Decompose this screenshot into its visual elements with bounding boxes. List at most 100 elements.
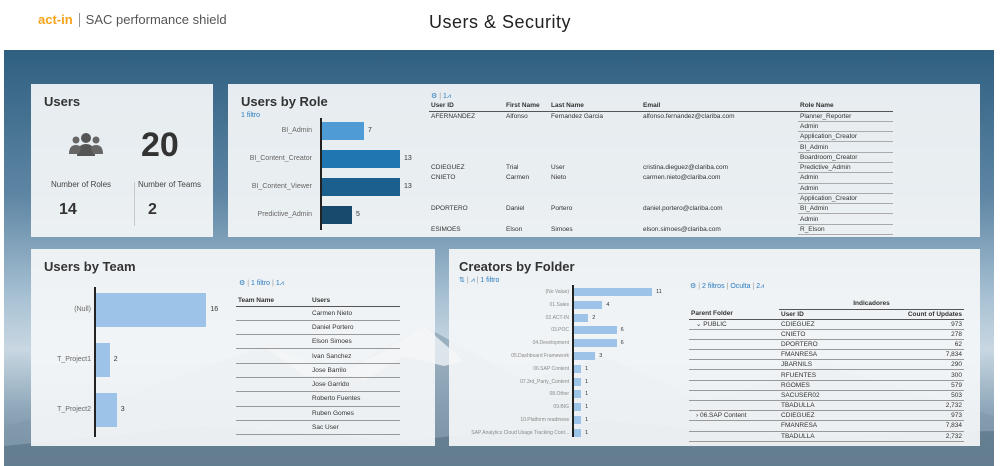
hide-link[interactable]: Oculta <box>730 283 750 290</box>
filter-icon[interactable]: ⩘ <box>760 283 764 290</box>
filter-icon[interactable]: ⩘ <box>447 93 451 100</box>
folder-chart-bar[interactable] <box>574 326 617 335</box>
table-cell: 973 <box>859 410 964 422</box>
filter-icon[interactable]: ⩘ <box>280 280 284 287</box>
role-table-header-cell[interactable]: First Name <box>504 101 549 112</box>
folder-chart-label: 04.Development <box>532 340 569 347</box>
folder-filter-link[interactable]: 1 filtro <box>480 277 499 284</box>
table-row[interactable]: › 06.SAP Content CDIEGUEZ 973 <box>689 410 964 422</box>
table-row[interactable]: FMANRESA 7,834 <box>689 420 964 432</box>
folder-filters-link[interactable]: 2 filtros <box>702 283 725 290</box>
folder-chart-label: (No Value) <box>545 289 569 295</box>
folder-chart-bar[interactable] <box>574 364 582 373</box>
table-cell: Application_Creator <box>798 131 893 143</box>
role-chart-bar[interactable] <box>322 122 364 140</box>
table-row[interactable]: Admin <box>429 183 893 194</box>
team-chart-bar[interactable] <box>96 293 207 327</box>
table-row[interactable]: ⌄ PUBLIC CDIEGUEZ 973 <box>689 319 964 330</box>
table-row[interactable]: Admin <box>429 121 893 133</box>
folder-chart-value: 4 <box>606 301 610 308</box>
folder-chart-bar[interactable] <box>574 300 603 309</box>
table-row[interactable]: RFUENTES 300 <box>689 369 964 381</box>
table-row[interactable]: Jose Garrido <box>236 377 400 393</box>
role-table-header-cell[interactable]: Email <box>641 101 798 112</box>
table-row[interactable]: SACUSER02 503 <box>689 390 964 402</box>
table-row[interactable]: Ivan Sanchez <box>236 348 400 364</box>
folder-chart-value: 1 <box>585 378 589 385</box>
roles-value: 14 <box>59 201 77 218</box>
table-cell: DPORTERO <box>431 205 468 213</box>
table-row[interactable]: CNIETO 278 <box>689 329 964 340</box>
table-row[interactable]: Jose Barrilo <box>236 363 400 378</box>
folder-chart-value: 3 <box>599 353 603 359</box>
folder-chart-bar[interactable] <box>574 352 596 360</box>
table-cell <box>236 391 310 407</box>
role-chart-bar[interactable] <box>322 178 400 196</box>
table-cell <box>549 142 641 152</box>
settings-icon[interactable]: ⚙ <box>690 283 696 290</box>
table-row[interactable]: DPORTERO Daniel Portero daniel.portero@clar… <box>429 203 893 215</box>
table-row[interactable]: AFERNANDEZ Alfonso Fernandez Garcia alfonso… <box>429 111 893 122</box>
table-row[interactable]: DPORTERO 62 <box>689 339 964 351</box>
table-cell[interactable]: › 06.SAP Content <box>689 410 779 422</box>
table-cell <box>641 121 798 131</box>
folder-chart-label: 05.Dashboard Framework <box>511 353 569 359</box>
folder-chart-bar[interactable] <box>574 428 582 437</box>
folder-chart-value: 1 <box>585 429 589 436</box>
table-row[interactable]: BI_Admin <box>429 141 893 153</box>
folder-chart-bar[interactable] <box>574 313 589 322</box>
table-cell[interactable]: ⌄ PUBLIC <box>689 319 779 330</box>
settings-icon[interactable]: ⚙ <box>239 280 245 287</box>
folder-chart-bar[interactable] <box>574 339 617 348</box>
role-chart-bar[interactable] <box>322 206 352 224</box>
folder-table-header-cell[interactable]: Parent Folder <box>689 309 779 320</box>
role-table-header-cell[interactable]: User ID <box>429 101 504 112</box>
team-card-title: Users by Team <box>44 259 136 274</box>
role-chart-bar[interactable] <box>322 150 400 168</box>
stat-divider <box>134 182 135 226</box>
table-row[interactable]: CDIEGUEZ Trial User cristina.dieguez@clarib… <box>429 162 893 174</box>
role-table-header-cell[interactable]: Last Name <box>549 101 641 112</box>
folder-chart-bar[interactable] <box>574 403 582 412</box>
table-row[interactable]: Admin <box>429 213 893 225</box>
table-cell <box>504 183 549 193</box>
sort-icon[interactable]: ⇅ <box>459 277 465 284</box>
settings-icon[interactable]: ⚙ <box>431 93 437 100</box>
table-row[interactable]: Application_Creator <box>429 131 893 143</box>
table-row[interactable]: TBADULLA 2,732 <box>689 431 964 442</box>
folder-table-header-cell[interactable]: User ID <box>779 309 859 320</box>
table-row[interactable]: TBADULLA 2,732 <box>689 400 964 412</box>
team-filter-link[interactable]: 1 filtro <box>251 280 270 287</box>
table-row[interactable]: ESIMOES Elson Simoes elson.simoes@clariba.c… <box>429 224 893 236</box>
role-table-header-cell[interactable]: Role Name <box>798 101 893 112</box>
folder-chart-bar[interactable] <box>574 390 582 399</box>
table-row[interactable]: Application_Creator <box>429 193 893 205</box>
folder-chart-bar[interactable] <box>574 416 582 424</box>
table-cell <box>689 390 779 402</box>
table-row[interactable]: Sac User <box>236 420 400 436</box>
team-chart-label: T_Project1 <box>57 356 91 363</box>
table-row[interactable]: JBARNILS 290 <box>689 359 964 371</box>
folder-chart-bar[interactable] <box>574 288 653 296</box>
table-row[interactable]: Elson Simoes <box>236 334 400 350</box>
team-chart-bar[interactable] <box>96 343 110 377</box>
table-cell <box>689 339 779 351</box>
table-row[interactable]: FMANRESA 7,834 <box>689 349 964 361</box>
table-row[interactable]: Ruben Gomes <box>236 406 400 421</box>
table-cell <box>236 406 310 421</box>
table-cell: SACUSER02 <box>779 390 859 402</box>
team-table-header-cell[interactable]: Team Name <box>236 296 310 307</box>
folder-table-header-cell[interactable]: Count of Updates <box>859 309 964 320</box>
team-table-header-cell[interactable]: Users <box>310 296 400 307</box>
team-chart-bar[interactable] <box>96 393 117 427</box>
table-row[interactable]: Carmen Nieto <box>236 306 400 321</box>
role-filter-link[interactable]: 1 filtro <box>241 112 260 119</box>
role-table-toolbar: ⚙ | 1⩘ <box>431 93 451 100</box>
table-row[interactable]: CNIETO Carmen Nieto carmen.nieto@clariba.co… <box>429 172 893 184</box>
folder-chart-bar[interactable] <box>574 377 582 386</box>
filter-icon[interactable]: ⩘ <box>471 277 475 284</box>
table-row[interactable]: RGOMES 579 <box>689 380 964 391</box>
table-row[interactable]: Daniel Portero <box>236 320 400 336</box>
table-row[interactable]: Roberto Fuentes <box>236 391 400 407</box>
table-row[interactable]: Boardroom_Creator <box>429 152 893 163</box>
